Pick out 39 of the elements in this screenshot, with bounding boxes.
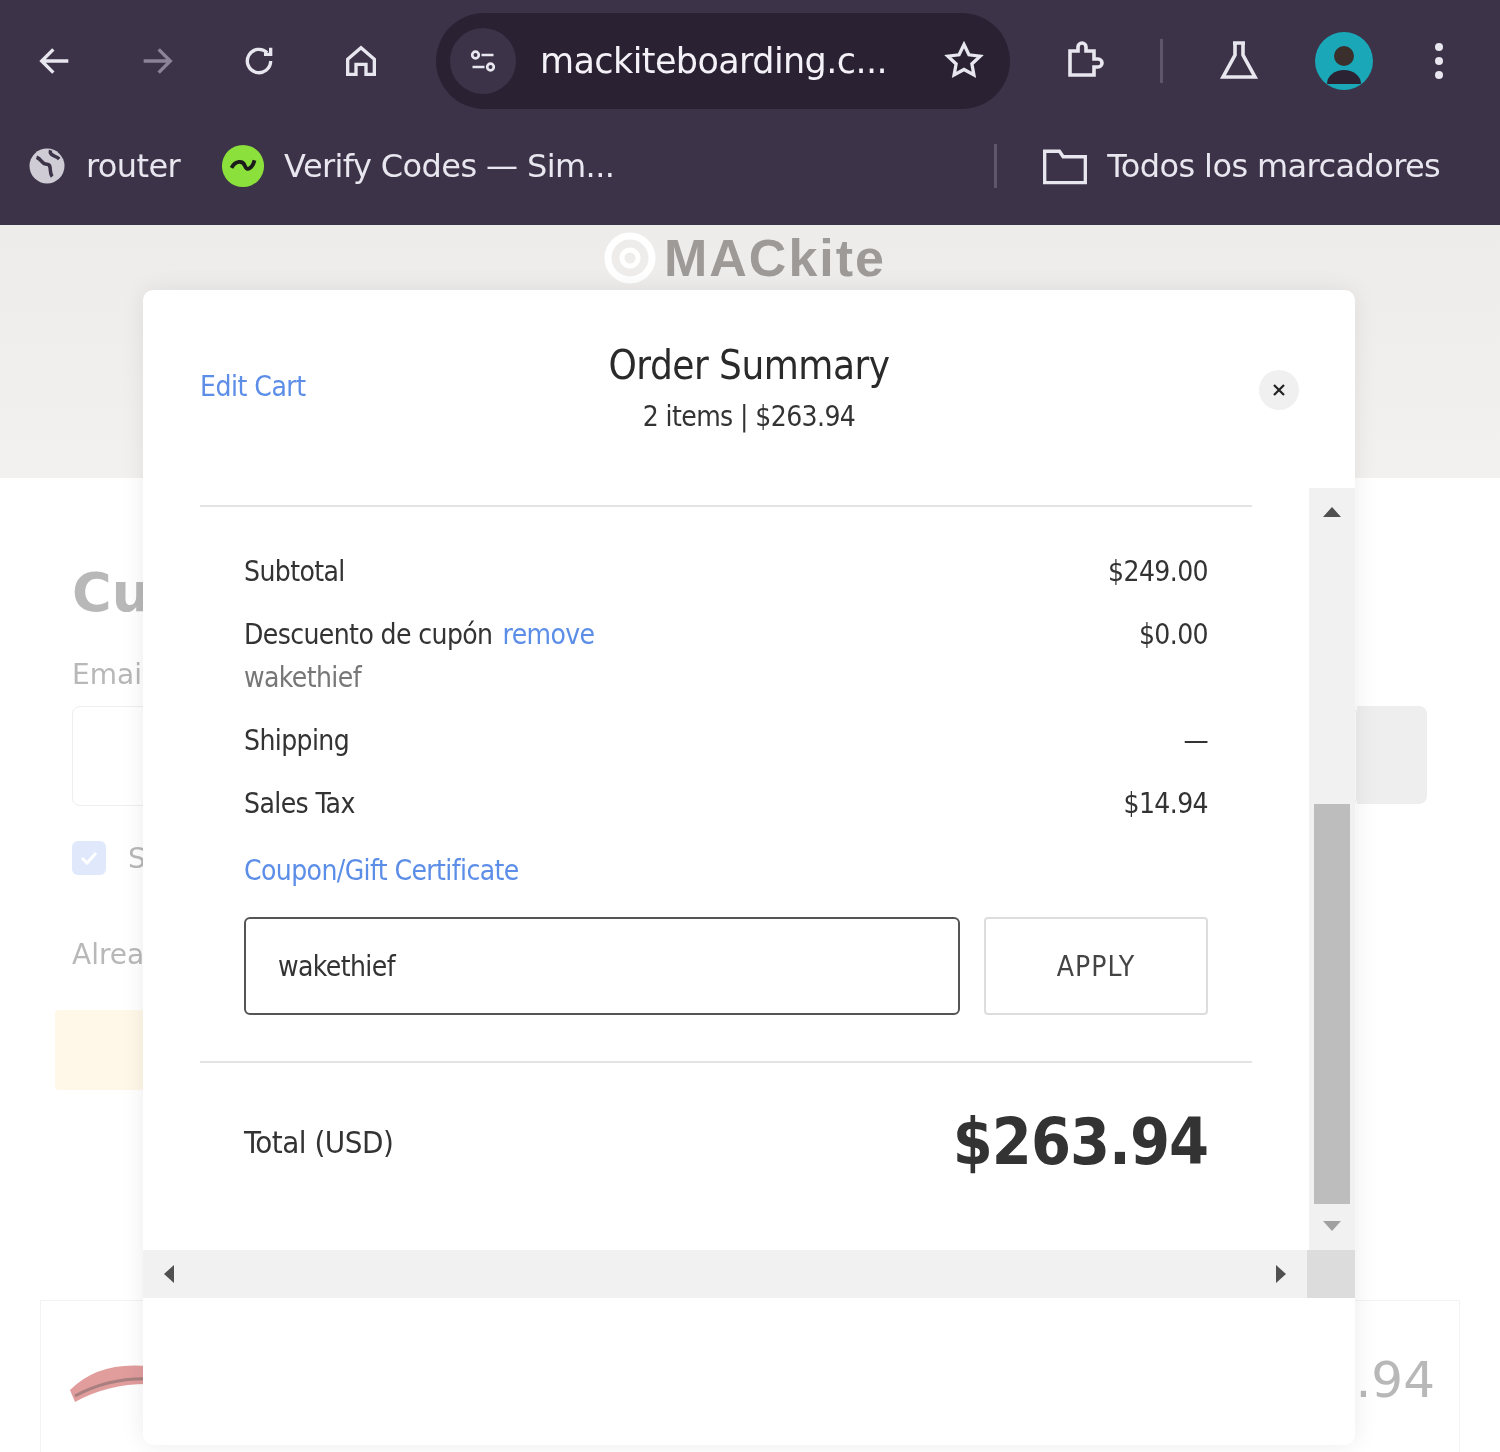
sign-in-prompt: Alrea — [72, 938, 145, 973]
summary-label: Sales Tax — [244, 787, 355, 820]
checkbox[interactable] — [72, 841, 106, 875]
close-icon — [1272, 383, 1286, 397]
logo-text: MACkite — [664, 228, 886, 288]
coupon-field[interactable]: wakethief — [244, 917, 960, 1015]
apply-button[interactable]: APPLY — [984, 917, 1208, 1015]
address-bar[interactable]: mackiteboarding.c... — [436, 13, 1010, 109]
close-button[interactable] — [1259, 370, 1299, 410]
item-count-summary: 2 items | $263.94 — [641, 400, 857, 433]
summary-value: $249.00 — [1108, 555, 1208, 588]
summary-label: Subtotal — [244, 555, 345, 588]
bookmark-item[interactable]: Verify Codes — Sim... — [220, 143, 615, 189]
avatar-icon[interactable] — [1315, 32, 1373, 90]
total-label: Total (USD) — [244, 1124, 394, 1160]
scrollbar-thumb[interactable] — [1314, 804, 1350, 1204]
coupon-code: wakethief — [244, 661, 363, 694]
bookmark-item[interactable]: router — [26, 145, 181, 187]
horizontal-scrollbar[interactable] — [143, 1250, 1307, 1298]
total-amount: $263.94 — [952, 1105, 1208, 1179]
vertical-scrollbar[interactable] — [1309, 488, 1355, 1250]
app-logo-icon — [220, 143, 267, 189]
dialog-title: Order Summary — [608, 342, 890, 388]
email-label: Emai — [72, 658, 142, 693]
scroll-left-icon[interactable] — [163, 1264, 175, 1284]
product-price: .94 — [1355, 1351, 1435, 1409]
summary-label: Shipping — [244, 724, 350, 757]
scroll-up-icon[interactable] — [1322, 506, 1342, 518]
checkbox-label: S — [128, 841, 146, 875]
all-bookmarks-button[interactable]: Todos los marcadores — [1041, 145, 1441, 187]
site-settings-icon[interactable] — [450, 28, 516, 94]
scroll-right-icon[interactable] — [1275, 1264, 1287, 1284]
summary-value: $14.94 — [1123, 787, 1208, 820]
logo-ring-icon — [604, 232, 656, 284]
summary-value: — — [1183, 724, 1208, 757]
scrollbar-corner — [1307, 1250, 1355, 1298]
summary-value: $0.00 — [1138, 618, 1208, 651]
url-text: mackiteboarding.c... — [540, 41, 888, 81]
summary-label: Descuento de cupón — [244, 618, 493, 651]
